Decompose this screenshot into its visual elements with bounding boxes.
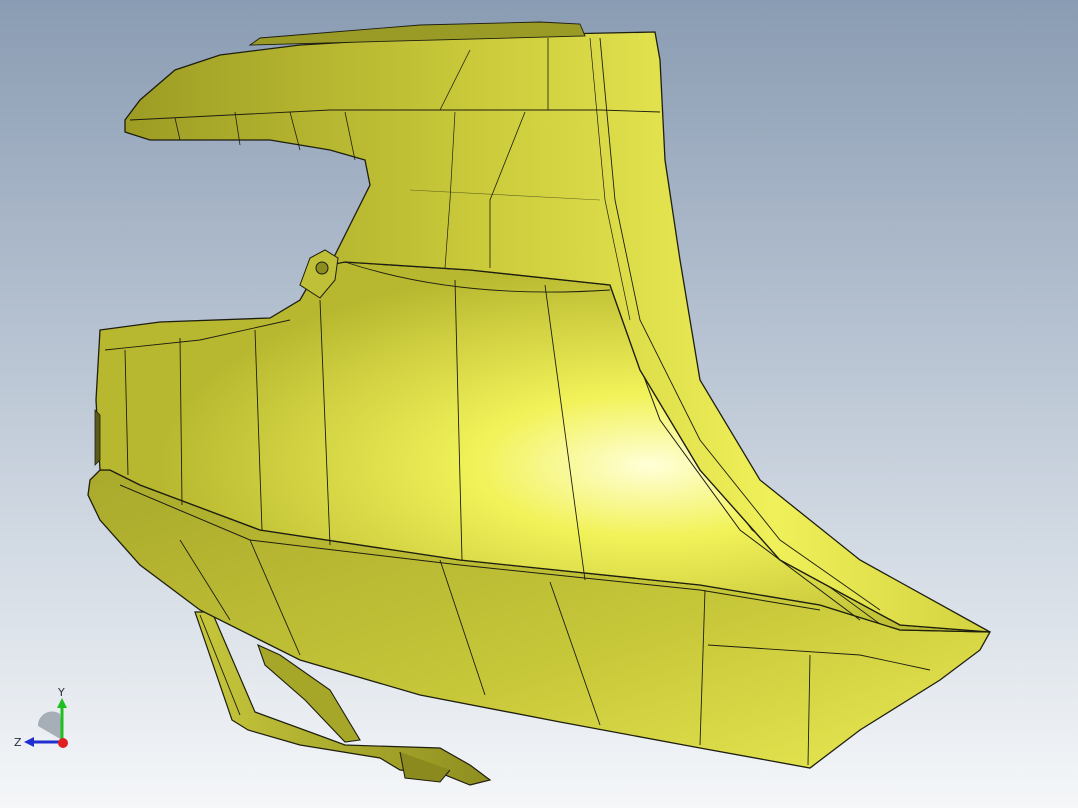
y-axis-label: Y [57,686,65,699]
x-axis-dot-icon [58,738,68,748]
orientation-triad: Y Z [14,686,68,749]
z-axis-label: Z [14,736,22,749]
cad-viewport[interactable]: Y Z [0,0,1078,808]
z-axis-arrow-icon [24,737,34,747]
model-scene[interactable] [0,0,1078,808]
y-axis-arrow-icon [57,698,67,708]
triad-plane-icon [37,711,62,740]
